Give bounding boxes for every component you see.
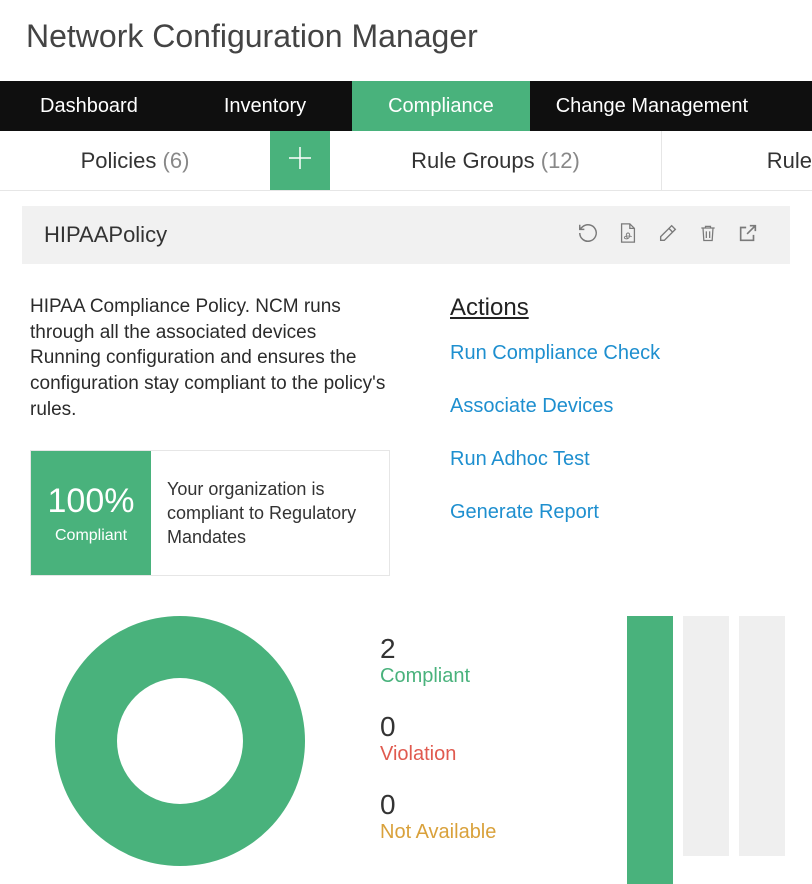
policy-header: HIPAAPolicy <box>22 206 790 264</box>
bar-violation <box>683 616 729 856</box>
stat-not-available: 0 Not Available <box>380 790 496 844</box>
nav-dashboard[interactable]: Dashboard <box>0 81 178 131</box>
export-pdf-button[interactable] <box>608 215 648 255</box>
refresh-button[interactable] <box>568 215 608 255</box>
stat-violation-count: 0 <box>380 712 496 743</box>
compliance-percent-box: 100% Compliant <box>31 451 151 575</box>
compliance-percent: 100% <box>48 482 135 521</box>
add-policy-button[interactable] <box>270 131 330 190</box>
bar-not-available <box>739 616 785 856</box>
compliance-bar-chart <box>627 616 790 884</box>
compliance-donut-chart <box>30 616 330 866</box>
stat-compliant: 2 Compliant <box>380 634 496 688</box>
tab-rule-groups[interactable]: Rule Groups (12) <box>330 131 662 190</box>
plus-icon <box>285 143 315 178</box>
nav-change-management[interactable]: Change Management <box>530 81 774 131</box>
stat-violation-label: Violation <box>380 743 496 766</box>
nav-compliance[interactable]: Compliance <box>352 81 530 131</box>
stat-na-label: Not Available <box>380 821 496 844</box>
action-run-adhoc-test[interactable]: Run Adhoc Test <box>450 448 790 471</box>
tab-rule-groups-count: (12) <box>541 148 580 174</box>
edit-icon <box>657 222 679 249</box>
external-link-icon <box>737 222 759 249</box>
action-associate-devices[interactable]: Associate Devices <box>450 395 790 418</box>
stat-compliant-label: Compliant <box>380 665 496 688</box>
edit-button[interactable] <box>648 215 688 255</box>
bar-compliant <box>627 616 673 884</box>
policy-title: HIPAAPolicy <box>44 222 167 248</box>
tab-policies-label: Policies <box>81 148 157 174</box>
trash-icon <box>698 222 718 249</box>
donut-icon <box>55 616 305 866</box>
stat-na-count: 0 <box>380 790 496 821</box>
refresh-icon <box>577 222 599 249</box>
tab-rules[interactable]: Rule <box>662 131 812 190</box>
open-external-button[interactable] <box>728 215 768 255</box>
action-run-compliance-check[interactable]: Run Compliance Check <box>450 342 790 365</box>
top-nav: Dashboard Inventory Compliance Change Ma… <box>0 81 812 131</box>
compliance-card: 100% Compliant Your organization is comp… <box>30 450 390 576</box>
stat-violation: 0 Violation <box>380 712 496 766</box>
tab-rules-label: Rule <box>767 148 812 174</box>
tab-policies[interactable]: Policies (6) <box>0 131 270 190</box>
action-generate-report[interactable]: Generate Report <box>450 501 790 524</box>
stat-compliant-count: 2 <box>380 634 496 665</box>
compliance-percent-label: Compliant <box>55 527 127 545</box>
delete-button[interactable] <box>688 215 728 255</box>
tab-policies-count: (6) <box>163 148 190 174</box>
tab-rule-groups-label: Rule Groups <box>411 148 535 174</box>
compliance-message: Your organization is compliant to Regula… <box>151 451 389 575</box>
policy-description: HIPAA Compliance Policy. NCM runs throug… <box>30 294 390 422</box>
app-title: Network Configuration Manager <box>0 0 812 81</box>
actions-heading: Actions <box>450 294 790 322</box>
nav-inventory[interactable]: Inventory <box>178 81 352 131</box>
pdf-icon <box>618 222 638 249</box>
compliance-stats: 2 Compliant 0 Violation 0 Not Available <box>380 616 496 843</box>
sub-tab-bar: Policies (6) Rule Groups (12) Rule <box>0 131 812 191</box>
